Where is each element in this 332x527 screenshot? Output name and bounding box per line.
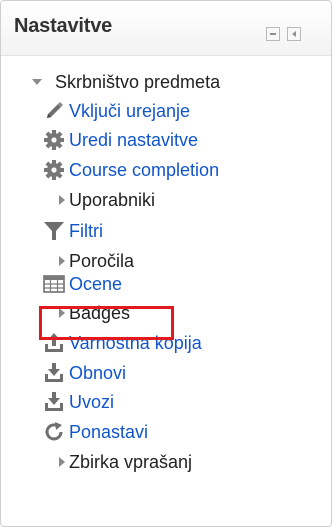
- tree-item-label[interactable]: Badges: [69, 298, 130, 328]
- tree-item-label[interactable]: Zbirka vprašanj: [69, 447, 192, 477]
- tree-item-label[interactable]: Uredi nastavitve: [69, 125, 198, 155]
- tree-item-restore[interactable]: Obnovi: [1, 358, 331, 388]
- expand-arrow-icon[interactable]: [59, 195, 65, 205]
- tree-item-label[interactable]: Uporabniki: [69, 185, 155, 215]
- tree-item-filters[interactable]: Filtri: [1, 216, 331, 246]
- tree-item-label[interactable]: Course completion: [69, 155, 219, 185]
- tree-root-course-administration[interactable]: Skrbništvo predmeta: [1, 67, 331, 97]
- tree-item-import[interactable]: Uvozi: [1, 387, 331, 417]
- hide-block-button[interactable]: [287, 27, 301, 41]
- tree-item-reset[interactable]: Ponastavi: [1, 417, 331, 447]
- import-download-icon: [43, 391, 65, 413]
- expand-arrow-icon[interactable]: [59, 256, 65, 266]
- backup-upload-icon: [43, 332, 65, 354]
- tree-item-edit-settings[interactable]: Uredi nastavitve: [1, 125, 331, 155]
- tree-item-label[interactable]: Obnovi: [69, 358, 126, 388]
- collapse-left-icon: [292, 31, 296, 37]
- tree-item-badges[interactable]: Badges: [1, 298, 331, 328]
- tree-item-label[interactable]: Vključi urejanje: [69, 96, 190, 126]
- settings-tree: Skrbništvo predmeta Vključi urejanje Ure…: [1, 55, 331, 526]
- tree-item-course-completion[interactable]: Course completion: [1, 155, 331, 185]
- gear-icon: [43, 159, 65, 181]
- filter-icon: [43, 220, 65, 242]
- tree-item-label[interactable]: Varnostna kopija: [69, 328, 202, 358]
- tree-item-grades[interactable]: Ocene: [1, 269, 331, 299]
- settings-block: Nastavitve Skrbništvo predmeta Vključi u…: [0, 0, 332, 527]
- expand-arrow-icon[interactable]: [59, 457, 65, 467]
- expand-arrow-icon[interactable]: [59, 308, 65, 318]
- block-header: Nastavitve: [1, 1, 331, 56]
- tree-item-label[interactable]: Ocene: [69, 269, 122, 299]
- restore-download-icon: [43, 362, 65, 384]
- tree-item-question-bank[interactable]: Zbirka vprašanj: [1, 447, 331, 477]
- dock-block-button[interactable]: [266, 27, 280, 41]
- tree-item-users[interactable]: Uporabniki: [1, 185, 331, 215]
- tree-item-backup[interactable]: Varnostna kopija: [1, 328, 331, 358]
- block-title: Nastavitve: [14, 15, 113, 37]
- tree-item-label[interactable]: Ponastavi: [69, 417, 148, 447]
- expanded-arrow-icon[interactable]: [32, 79, 42, 85]
- tree-item-label[interactable]: Uvozi: [69, 387, 114, 417]
- tree-item-turn-editing-on[interactable]: Vključi urejanje: [1, 96, 331, 126]
- tree-item-label[interactable]: Filtri: [69, 216, 103, 246]
- reset-icon: [43, 421, 65, 443]
- minimize-icon: [270, 33, 276, 35]
- gear-icon: [43, 129, 65, 151]
- gradebook-icon: [43, 273, 65, 295]
- tree-root-label[interactable]: Skrbništvo predmeta: [55, 67, 220, 97]
- pencil-icon: [43, 100, 65, 122]
